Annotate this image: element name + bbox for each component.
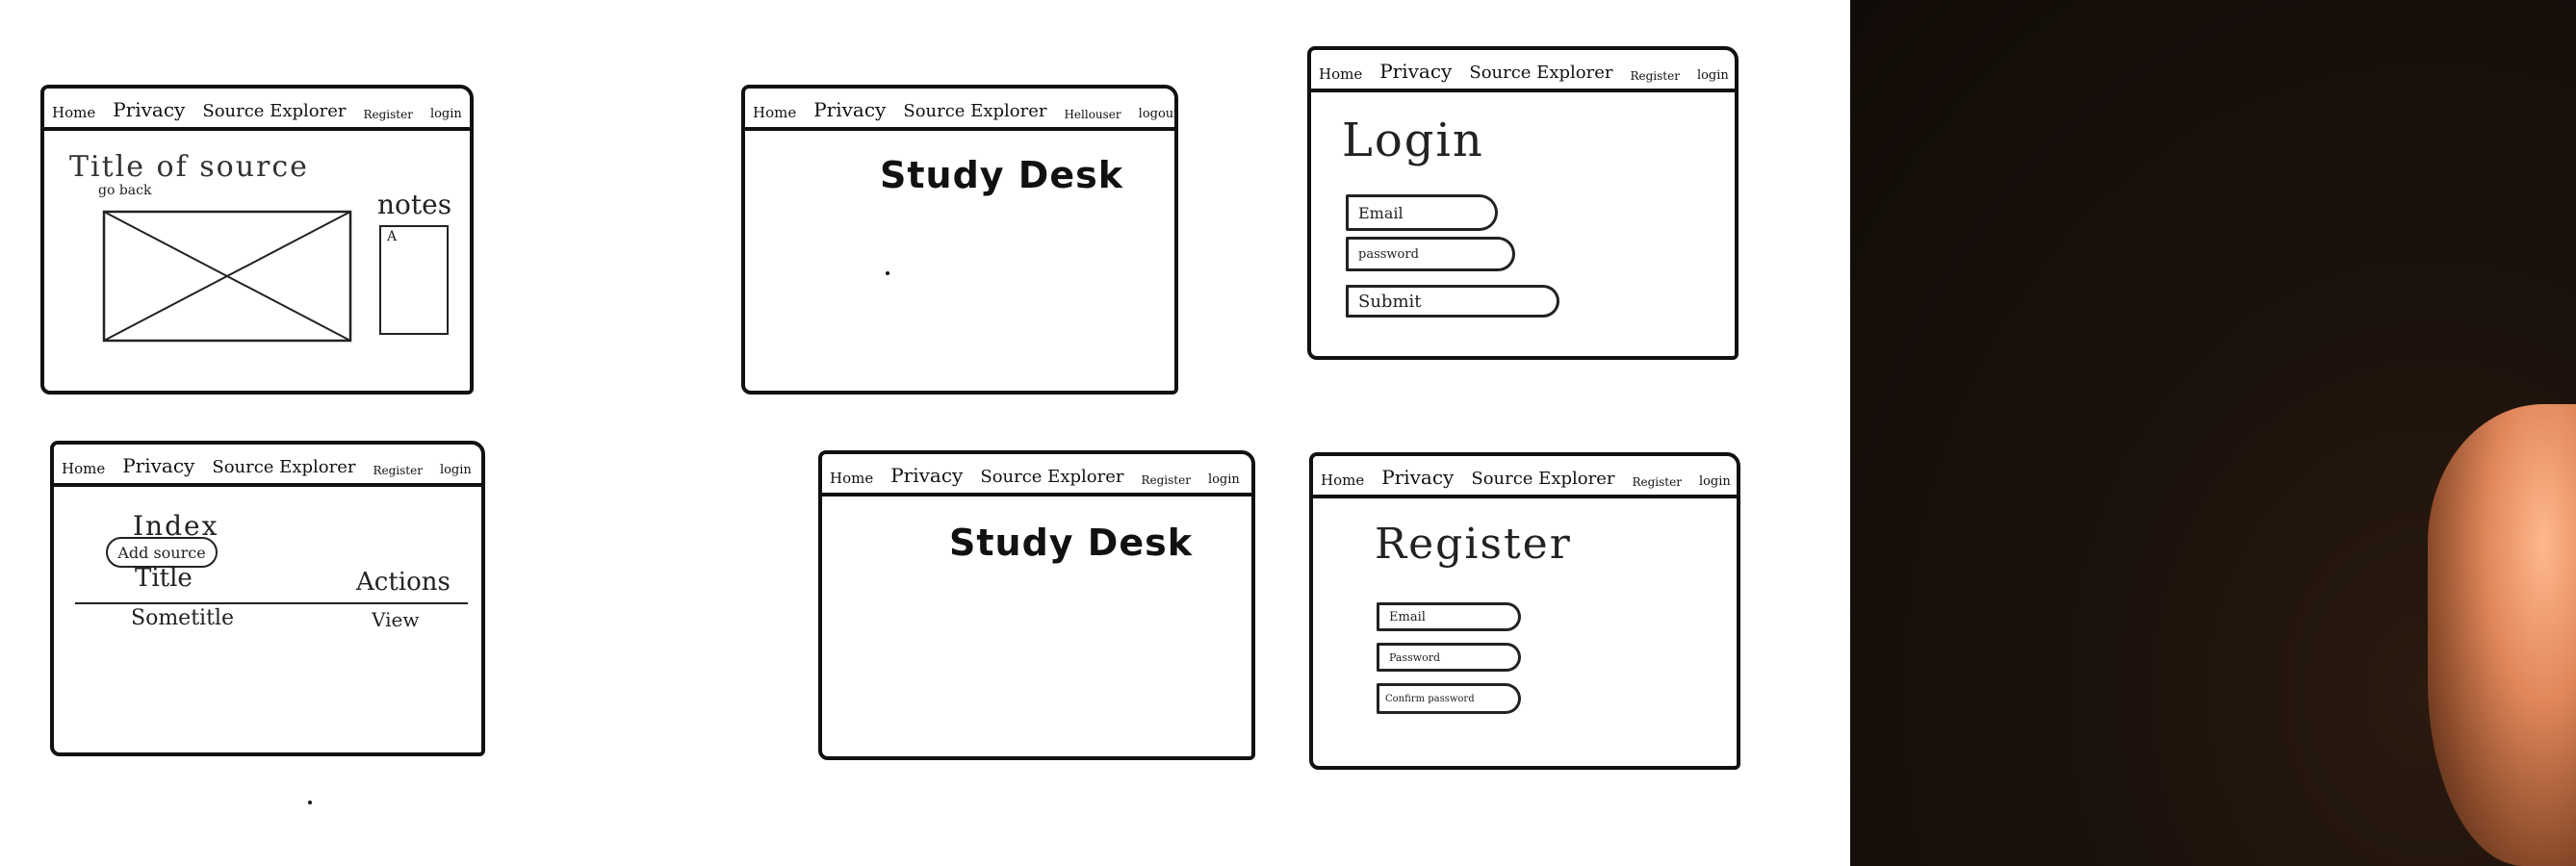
confirm-password-field[interactable]: Confirm password	[1377, 683, 1521, 714]
nav-register[interactable]: Register	[1630, 69, 1679, 83]
nav-source-explorer[interactable]: Source Explorer	[903, 101, 1046, 121]
submit-button-label: Submit	[1358, 291, 1422, 312]
navbar: Home Privacy Source Explorer Register lo…	[1311, 50, 1735, 92]
login-heading: Login	[1342, 114, 1484, 167]
row-view-link[interactable]: View	[372, 608, 419, 631]
nav-login[interactable]: login	[1208, 472, 1240, 487]
password-field[interactable]: Password	[1377, 643, 1521, 672]
nav-source-explorer[interactable]: Source Explorer	[980, 467, 1123, 487]
navbar: Home Privacy Source Explorer Register lo…	[1313, 456, 1737, 498]
nav-source-explorer[interactable]: Source Explorer	[1469, 63, 1612, 83]
nav-register[interactable]: Register	[373, 464, 422, 477]
nav-login[interactable]: login	[440, 463, 472, 477]
wireframe-source-view: Home Privacy Source Explorer Register lo…	[40, 85, 474, 395]
confirm-password-field-label: Confirm password	[1385, 693, 1475, 704]
stray-dot	[886, 271, 889, 275]
column-title: Title	[135, 564, 193, 593]
study-desk-heading: Study Desk	[880, 154, 1123, 196]
wireframe-register: Home Privacy Source Explorer Register lo…	[1309, 452, 1740, 770]
nav-privacy[interactable]: Privacy	[813, 98, 886, 121]
nav-home[interactable]: Home	[52, 104, 95, 121]
nav-home[interactable]: Home	[62, 460, 105, 477]
nav-register[interactable]: Register	[1141, 473, 1190, 487]
nav-home[interactable]: Home	[753, 104, 796, 121]
navbar: Home Privacy Source Explorer Register lo…	[54, 445, 481, 487]
email-field[interactable]: Email	[1377, 602, 1521, 631]
table-row: Sometitle View	[54, 606, 477, 639]
password-field-label: password	[1358, 246, 1419, 262]
navbar: Home Privacy Source Explorer Register lo…	[822, 454, 1251, 497]
nav-home[interactable]: Home	[830, 470, 873, 487]
nav-privacy[interactable]: Privacy	[122, 454, 194, 477]
email-field-label: Email	[1389, 609, 1426, 624]
wireframe-home: Home Privacy Source Explorer Register lo…	[818, 450, 1255, 760]
nav-login[interactable]: login	[1699, 474, 1731, 489]
nav-hello-user: Hellouser	[1064, 108, 1121, 121]
nav-privacy[interactable]: Privacy	[1379, 60, 1452, 83]
nav-login[interactable]: login	[430, 107, 462, 121]
go-back-link[interactable]: go back	[98, 183, 151, 198]
nav-privacy[interactable]: Privacy	[890, 464, 963, 487]
notes-heading: notes	[377, 189, 452, 220]
source-image-placeholder	[102, 210, 352, 343]
column-actions: Actions	[356, 568, 451, 597]
nav-register[interactable]: Register	[1632, 475, 1681, 489]
register-heading: Register	[1375, 520, 1572, 569]
nav-login[interactable]: login	[1697, 68, 1729, 83]
submit-button[interactable]: Submit	[1346, 285, 1559, 318]
add-source-button-label: Add source	[117, 543, 206, 562]
wireframe-login: Home Privacy Source Explorer Register lo…	[1307, 46, 1739, 360]
source-title: Title of source	[69, 150, 309, 184]
wireframe-home-logged-in: Home Privacy Source Explorer Hellouser l…	[741, 85, 1178, 395]
nav-register[interactable]: Register	[363, 108, 412, 121]
table-header-divider	[75, 602, 468, 604]
whiteboard-canvas: Home Privacy Source Explorer Register lo…	[0, 0, 1850, 866]
email-field-label: Email	[1358, 203, 1404, 222]
study-desk-heading: Study Desk	[949, 522, 1193, 564]
notes-marker: A	[387, 229, 398, 244]
email-field[interactable]: Email	[1346, 194, 1498, 231]
webcam-overlay	[1850, 0, 2576, 866]
nav-home[interactable]: Home	[1319, 65, 1362, 83]
nav-source-explorer[interactable]: Source Explorer	[212, 457, 355, 477]
stray-dot	[308, 801, 312, 804]
nav-home[interactable]: Home	[1321, 471, 1364, 489]
wireframe-index: Home Privacy Source Explorer Register lo…	[50, 441, 485, 756]
presenter-ear-image	[2428, 404, 2576, 866]
nav-source-explorer[interactable]: Source Explorer	[1471, 469, 1614, 489]
password-field[interactable]: password	[1346, 237, 1515, 271]
nav-logout[interactable]: logout	[1139, 107, 1179, 121]
password-field-label: Password	[1389, 650, 1441, 664]
nav-source-explorer[interactable]: Source Explorer	[202, 101, 346, 121]
nav-privacy[interactable]: Privacy	[113, 98, 185, 121]
navbar: Home Privacy Source Explorer Hellouser l…	[745, 89, 1178, 131]
notes-panel[interactable]: A	[379, 225, 449, 335]
nav-privacy[interactable]: Privacy	[1381, 466, 1454, 489]
row-title: Sometitle	[131, 606, 234, 630]
navbar: Home Privacy Source Explorer Register lo…	[44, 89, 470, 131]
